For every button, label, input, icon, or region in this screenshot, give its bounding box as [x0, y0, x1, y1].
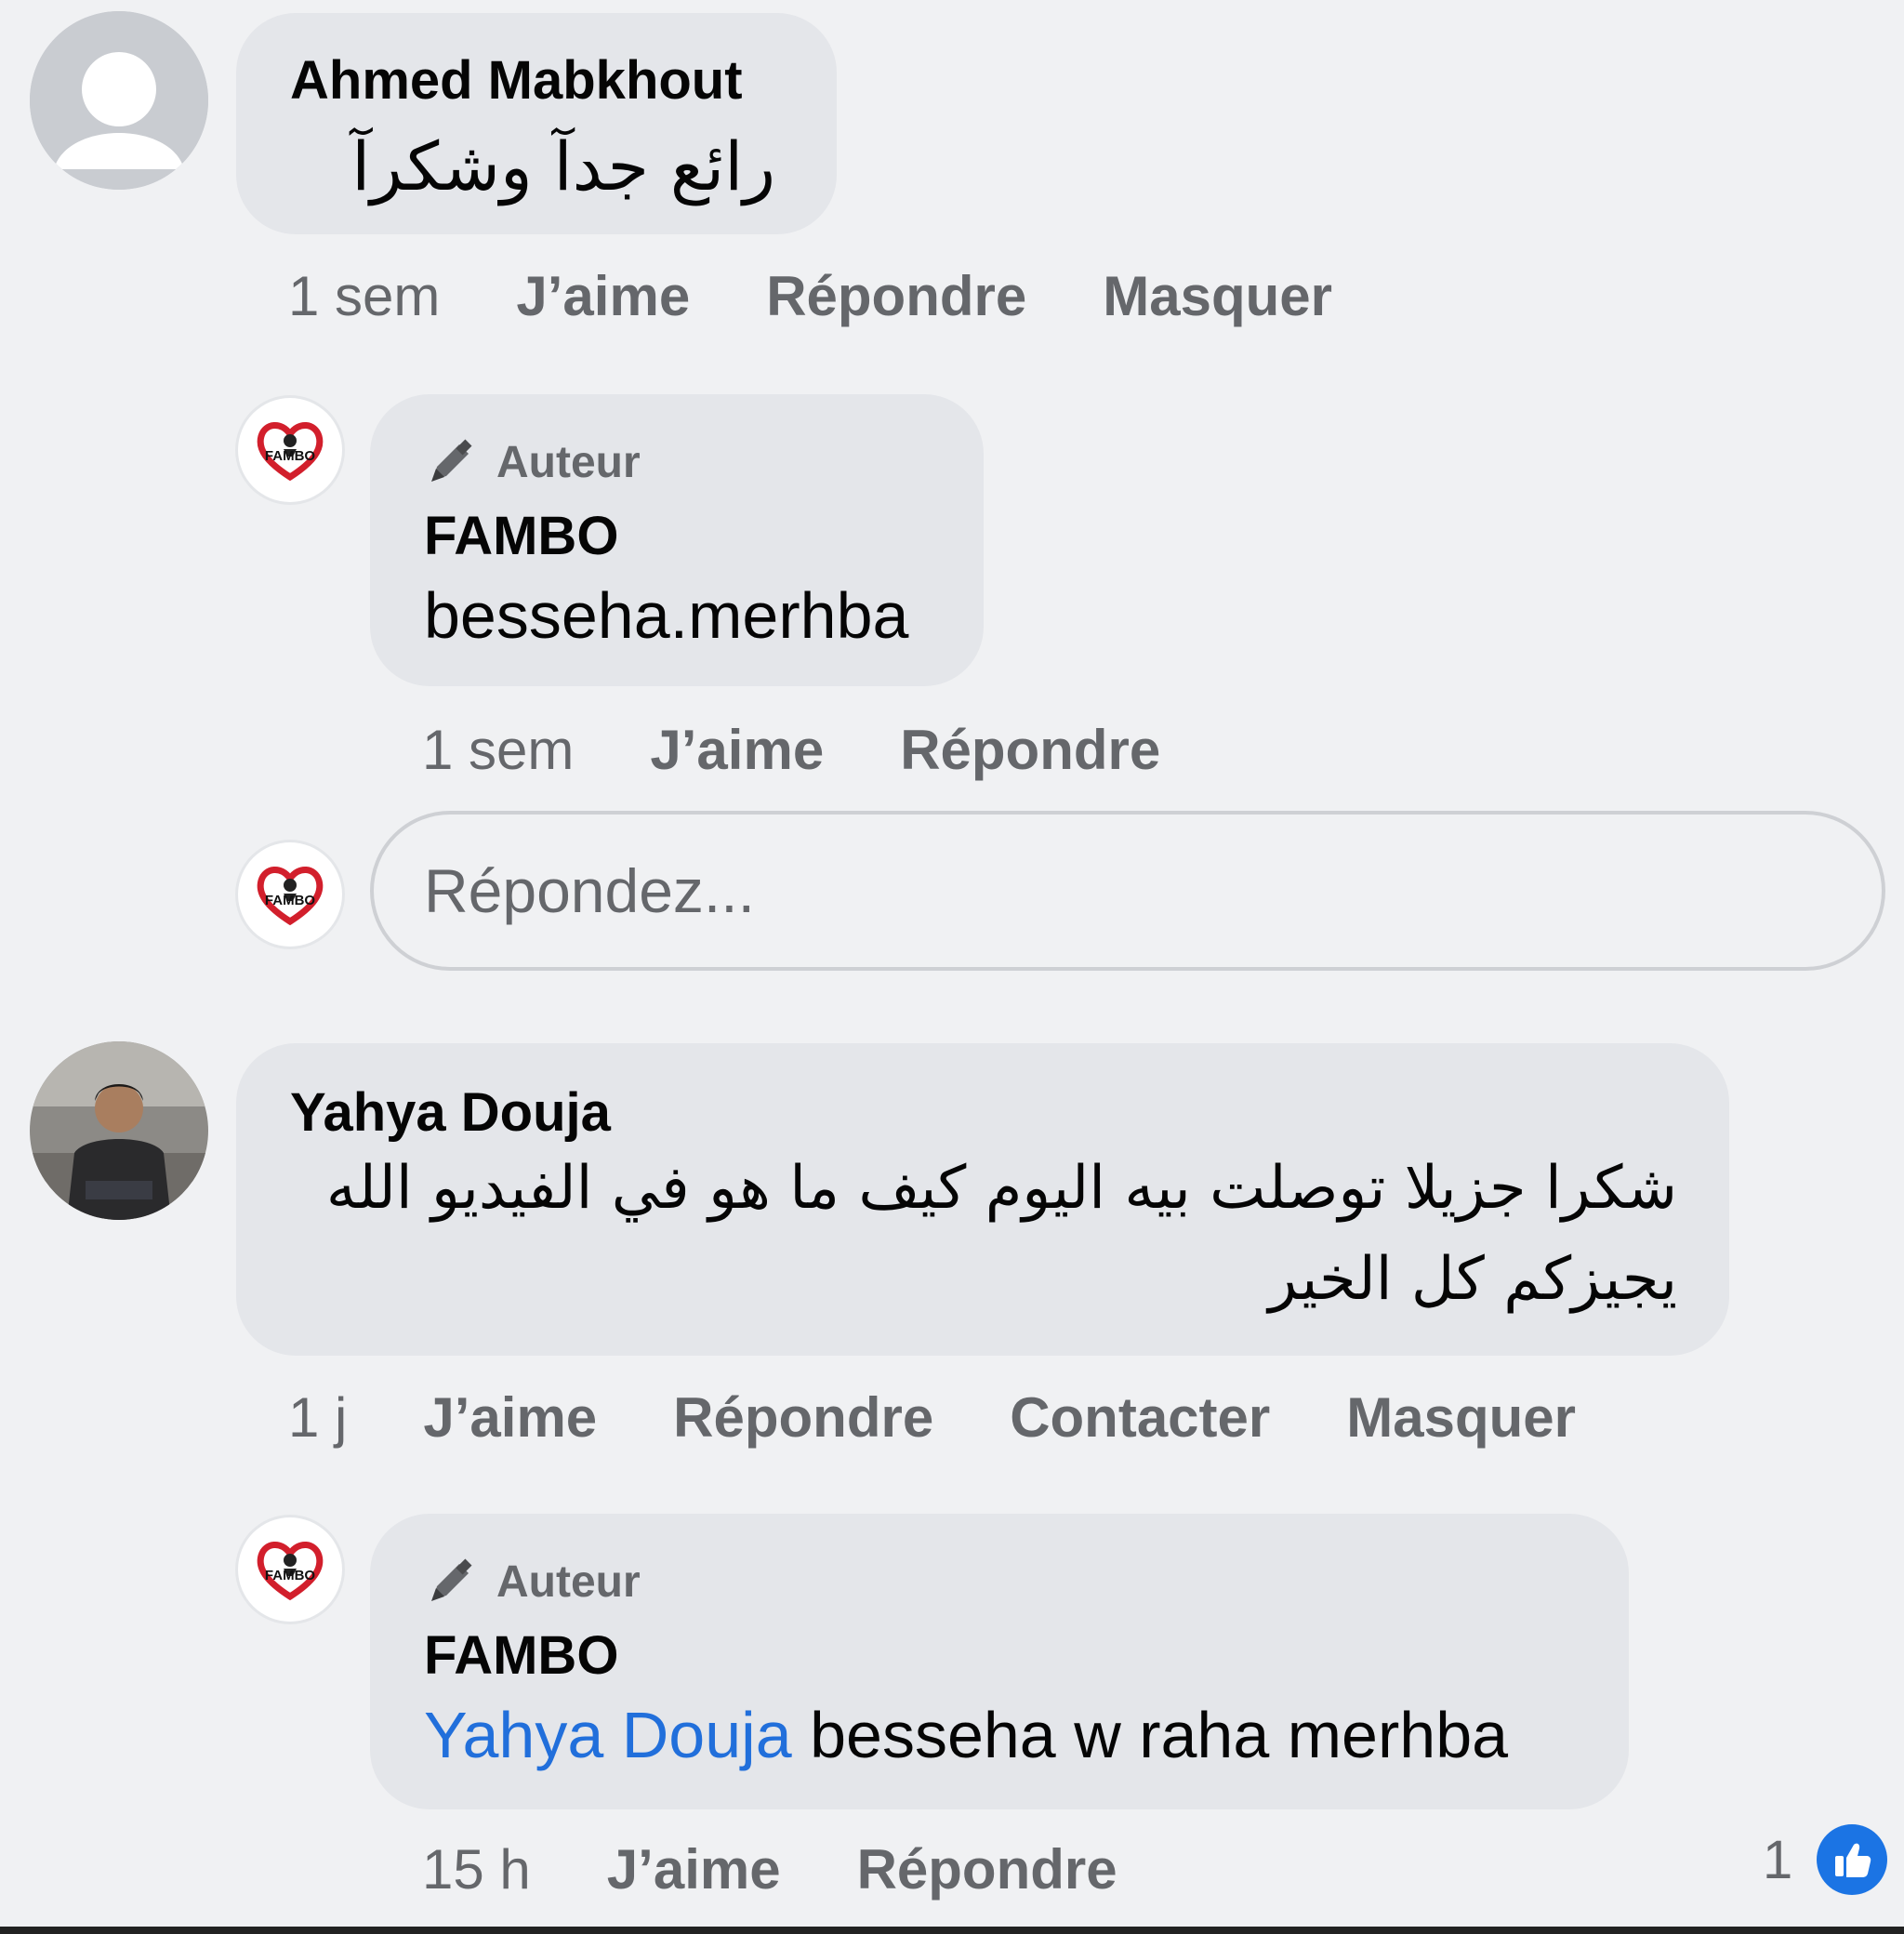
reply-meta: 15 h J’aime Répondre	[422, 1837, 1117, 1901]
reply-meta: 1 sem J’aime Répondre	[422, 718, 1160, 782]
reply-text-body: besseha w raha merhba	[791, 1699, 1509, 1771]
fambo-logo-avatar[interactable]: FAMBO	[238, 398, 342, 502]
reply-author[interactable]: FAMBO	[424, 510, 618, 563]
reply-button[interactable]: Répondre	[857, 1837, 1117, 1901]
fambo-logo-avatar[interactable]: FAMBO	[238, 1517, 342, 1622]
comment-time[interactable]: 1 j	[288, 1385, 347, 1450]
reply-text: besseha.merhba	[424, 579, 909, 652]
reaction-count: 1	[1763, 1829, 1793, 1890]
comment-text: رائع جدآ وشكرآ	[351, 127, 775, 205]
reply-author[interactable]: FAMBO	[424, 1629, 618, 1683]
comment-bubble: Ahmed Mabkhout رائع جدآ وشكرآ	[236, 13, 837, 234]
comment-time[interactable]: 1 sem	[288, 264, 440, 328]
default-user-avatar[interactable]	[30, 11, 208, 190]
like-button[interactable]: J’aime	[607, 1837, 781, 1901]
thumbs-up-icon	[1817, 1824, 1888, 1895]
bottom-divider	[0, 1927, 1904, 1934]
pencil-icon	[431, 1558, 472, 1601]
comment-meta: 1 j J’aime Répondre Contacter Masquer	[288, 1385, 1576, 1450]
logo-text: FAMBO	[265, 1568, 315, 1583]
reaction-summary[interactable]: 1	[1763, 1824, 1888, 1895]
reply-time[interactable]: 1 sem	[422, 718, 574, 782]
reply-button[interactable]: Répondre	[766, 264, 1026, 328]
comment-bubble: Yahya Douja شكرا جزيلا توصلت بيه اليوم ك…	[236, 1043, 1729, 1356]
logo-text: FAMBO	[265, 448, 315, 464]
like-button[interactable]: J’aime	[516, 264, 690, 328]
author-badge-label: Auteur	[496, 1556, 641, 1607]
mention-link[interactable]: Yahya Douja	[424, 1699, 792, 1771]
fambo-logo-avatar: FAMBO	[238, 842, 342, 947]
comment-text-line-1: شكرا جزيلا توصلت بيه اليوم كيف ما هو في …	[325, 1154, 1677, 1223]
reply-input[interactable]: Répondez...	[370, 811, 1885, 971]
hide-button[interactable]: Masquer	[1346, 1385, 1576, 1450]
comment-meta: 1 sem J’aime Répondre Masquer	[288, 264, 1332, 328]
contact-button[interactable]: Contacter	[1010, 1385, 1270, 1450]
reply-input-placeholder: Répondez...	[424, 856, 755, 925]
user-avatar[interactable]	[30, 1041, 208, 1220]
reply-time[interactable]: 15 h	[422, 1837, 531, 1901]
reply-bubble: Auteur FAMBO Yahya Douja besseha w raha …	[370, 1514, 1629, 1809]
reply-button[interactable]: Répondre	[900, 718, 1160, 782]
author-badge: Auteur	[424, 1555, 641, 1609]
like-button[interactable]: J’aime	[423, 1385, 597, 1450]
comment-author[interactable]: Yahya Douja	[290, 1086, 611, 1140]
like-button[interactable]: J’aime	[650, 718, 824, 782]
reply-bubble: Auteur FAMBO besseha.merhba	[370, 394, 984, 686]
pencil-icon	[431, 439, 472, 482]
logo-text: FAMBO	[265, 893, 315, 908]
hide-button[interactable]: Masquer	[1103, 264, 1332, 328]
comment-author[interactable]: Ahmed Mabkhout	[290, 54, 743, 108]
author-badge-label: Auteur	[496, 437, 641, 487]
author-badge: Auteur	[424, 435, 641, 489]
reply-button[interactable]: Répondre	[673, 1385, 933, 1450]
reply-text: Yahya Douja besseha w raha merhba	[424, 1696, 1508, 1774]
comment-text-line-2: يجيزكم كل الخير	[1268, 1245, 1677, 1314]
